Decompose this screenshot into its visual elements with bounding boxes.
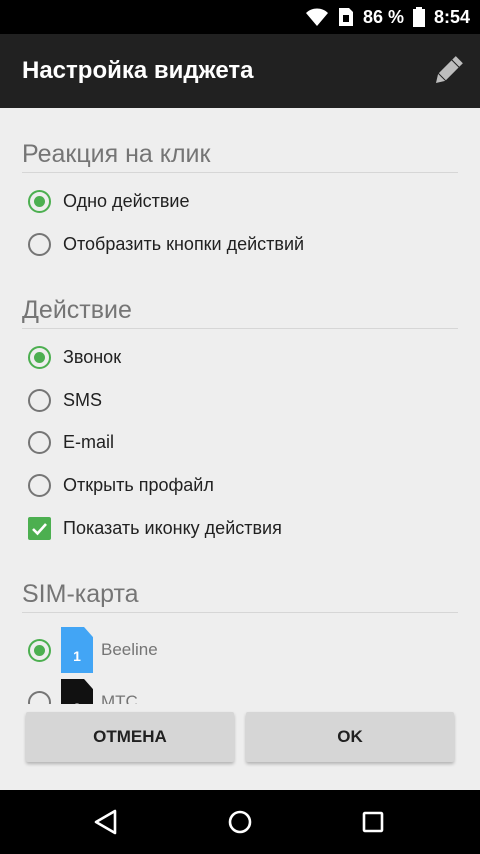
option-label: Звонок (63, 346, 122, 367)
sim-card-icon: 1 (61, 627, 93, 673)
option-label: Показать иконку действия (63, 517, 282, 538)
sim-status-icon (338, 8, 353, 26)
check-icon (32, 522, 47, 535)
status-icons: 86 % 8:54 (305, 0, 470, 34)
button-bar: ОТМЕНА OK (0, 704, 480, 790)
home-icon[interactable] (224, 806, 256, 838)
nav-bar (0, 790, 480, 854)
battery-icon (412, 7, 425, 27)
section-title-action: Действие (22, 296, 132, 324)
option-label: SMS (63, 389, 103, 410)
option-label: Одно действие (63, 190, 190, 211)
divider (22, 612, 458, 613)
section-title-sim: SIM-карта (22, 580, 139, 608)
option-label: Открыть профайл (63, 474, 214, 495)
page-title: Настройка виджета (22, 57, 254, 84)
recents-icon[interactable] (357, 806, 389, 838)
radio-indicator (28, 388, 51, 412)
radio-indicator (28, 690, 51, 704)
back-icon[interactable] (90, 806, 122, 838)
radio-sms[interactable]: SMS (28, 383, 102, 417)
radio-open-profile[interactable]: Открыть профайл (28, 468, 214, 502)
app-bar: Настройка виджета (0, 34, 480, 108)
radio-sim-beeline[interactable]: 1 Beeline (28, 627, 158, 673)
clock: 8:54 (433, 6, 470, 27)
radio-indicator (28, 638, 51, 662)
pencil-icon[interactable] (430, 53, 466, 89)
sim-card-icon: 2 (61, 679, 93, 704)
battery-percent: 86 % (362, 6, 404, 27)
ok-button[interactable]: OK (246, 712, 454, 762)
section-title-click-reaction: Реакция на клик (22, 140, 211, 168)
divider (22, 328, 458, 329)
checkbox-indicator (28, 516, 51, 540)
radio-email[interactable]: E-mail (28, 425, 114, 459)
radio-indicator (28, 189, 51, 213)
radio-indicator (28, 232, 51, 256)
checkbox-show-action-icon[interactable]: Показать иконку действия (28, 511, 282, 545)
wifi-icon (305, 8, 328, 26)
radio-one-action[interactable]: Одно действие (28, 184, 190, 218)
radio-indicator (28, 345, 51, 369)
sim-label: Beeline (101, 640, 158, 659)
radio-indicator (28, 473, 51, 497)
settings-content[interactable]: Реакция на клик Одно действие Отобразить… (0, 108, 480, 704)
radio-indicator (28, 430, 51, 454)
option-label: E-mail (63, 431, 115, 452)
status-bar: 86 % 8:54 (0, 0, 480, 34)
sim-label: MTC (101, 692, 138, 704)
cancel-button[interactable]: ОТМЕНА (26, 712, 234, 762)
radio-call[interactable]: Звонок (28, 340, 121, 374)
sim-number: 1 (73, 648, 81, 664)
divider (22, 172, 458, 173)
option-label: Отобразить кнопки действий (63, 233, 305, 254)
radio-show-action-buttons[interactable]: Отобразить кнопки действий (28, 227, 304, 261)
radio-sim-mtc[interactable]: 2 MTC (28, 679, 138, 704)
